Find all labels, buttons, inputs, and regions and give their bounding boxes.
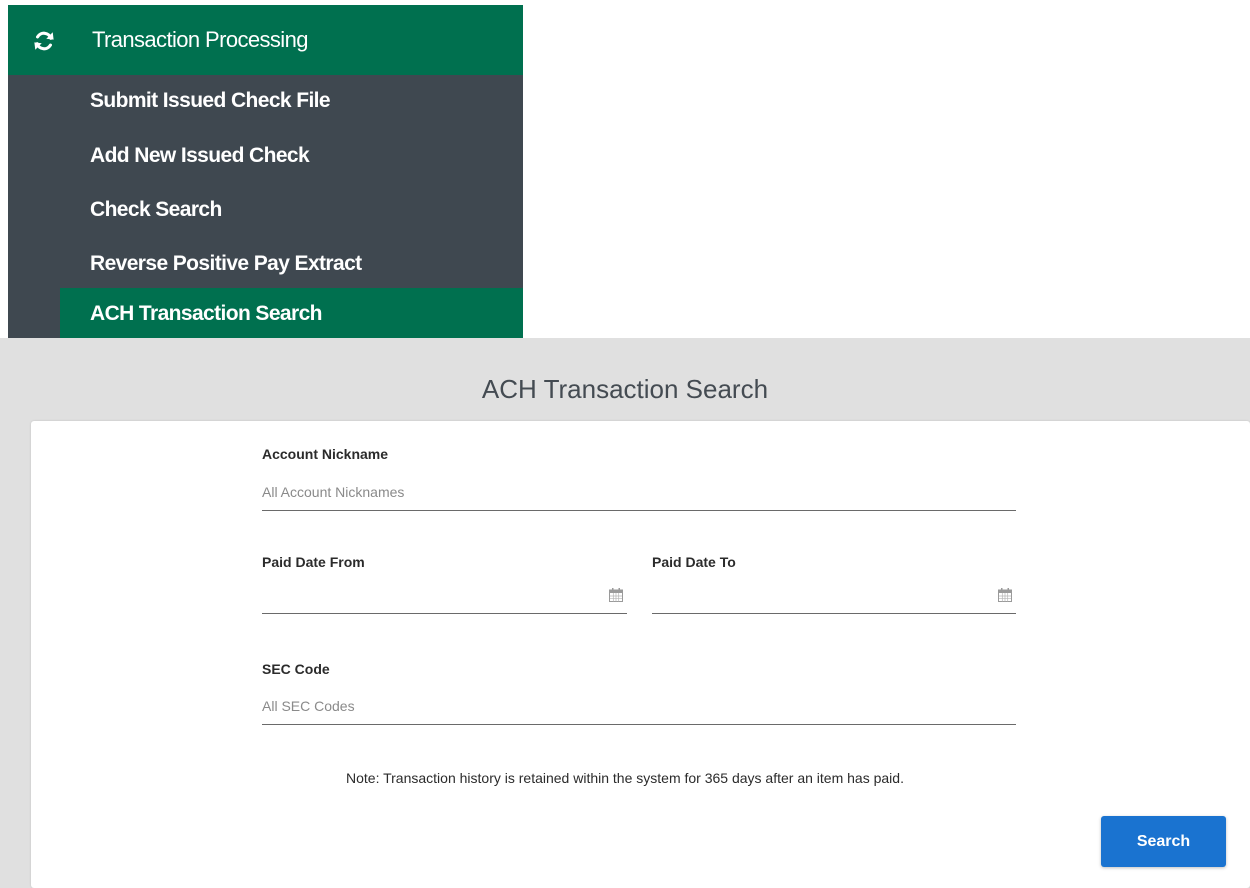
retention-note: Note: Transaction history is retained wi…	[346, 770, 904, 786]
calendar-icon[interactable]	[998, 588, 1012, 602]
menu-item-reverse-positive-pay-extract[interactable]: Reverse Positive Pay Extract	[90, 252, 362, 276]
transaction-processing-menu: Transaction Processing Submit Issued Che…	[8, 5, 523, 338]
sec-code-select[interactable]: All SEC Codes	[262, 694, 1016, 725]
menu-header-title: Transaction Processing	[92, 27, 308, 52]
menu-item-submit-issued-check-file[interactable]: Submit Issued Check File	[90, 89, 331, 113]
paid-date-to-label: Paid Date To	[652, 554, 736, 570]
paid-date-to-input[interactable]	[652, 583, 1016, 614]
menu-item-ach-transaction-search-active[interactable]: ACH Transaction Search	[60, 288, 523, 338]
account-nickname-label: Account Nickname	[262, 446, 389, 462]
sec-code-placeholder: All SEC Codes	[262, 698, 355, 714]
calendar-icon[interactable]	[609, 588, 623, 602]
sec-code-label: SEC Code	[262, 661, 330, 677]
account-nickname-placeholder: All Account Nicknames	[262, 484, 405, 500]
menu-header[interactable]: Transaction Processing	[8, 5, 523, 75]
refresh-icon	[34, 31, 54, 51]
search-form-card: Account Nickname All Account Nicknames P…	[31, 421, 1250, 888]
menu-item-add-new-issued-check[interactable]: Add New Issued Check	[90, 144, 310, 168]
paid-date-from-input[interactable]	[262, 583, 627, 614]
paid-date-from-label: Paid Date From	[262, 554, 365, 570]
page-title: ACH Transaction Search	[481, 374, 769, 405]
content-area: ACH Transaction Search Account Nickname …	[0, 338, 1250, 888]
menu-item-check-search[interactable]: Check Search	[90, 198, 222, 222]
account-nickname-select[interactable]: All Account Nicknames	[262, 480, 1016, 511]
menu-item-label: ACH Transaction Search	[90, 302, 322, 325]
search-button[interactable]: Search	[1101, 816, 1226, 867]
